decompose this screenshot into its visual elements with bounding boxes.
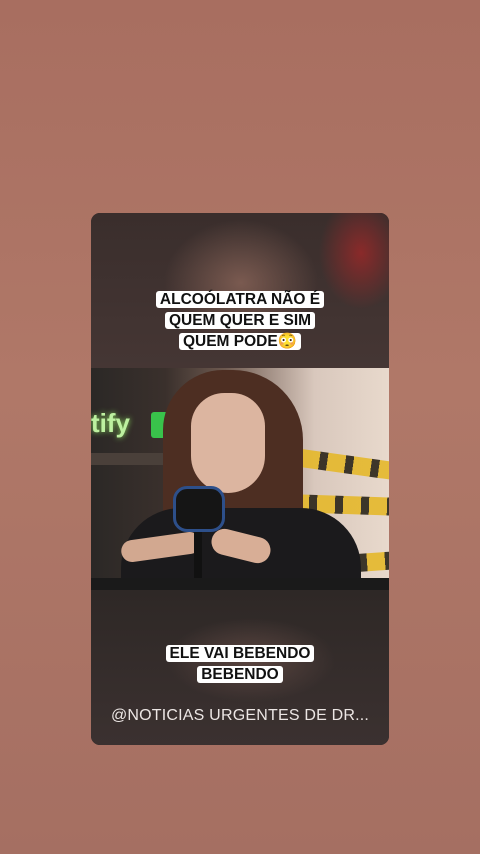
microphone-icon bbox=[173, 486, 225, 532]
caution-tape bbox=[300, 449, 389, 481]
story-video-card[interactable]: tify ALCOÓLATRA NÃO É QUEM QUER E SIM QU… bbox=[91, 213, 389, 745]
caption-bottom: ELE VAI BEBENDO BEBENDO bbox=[91, 643, 389, 685]
caption-bottom-line-1: ELE VAI BEBENDO bbox=[165, 645, 315, 662]
neon-sign: tify bbox=[91, 408, 130, 438]
speaker-face bbox=[191, 393, 265, 493]
caption-top-line-1: ALCOÓLATRA NÃO É bbox=[155, 291, 325, 308]
video-frame[interactable]: tify bbox=[91, 368, 389, 590]
caption-top-line-2: QUEM QUER E SIM bbox=[164, 312, 316, 329]
caption-top-line-3: QUEM PODE😳 bbox=[178, 333, 302, 350]
background-shelf bbox=[91, 453, 171, 465]
caption-top: ALCOÓLATRA NÃO É QUEM QUER E SIM QUEM PO… bbox=[91, 289, 389, 352]
desk bbox=[91, 578, 389, 590]
caption-bottom-line-2: BEBENDO bbox=[197, 666, 283, 683]
source-watermark: @NOTICIAS URGENTES DE DR... bbox=[110, 707, 370, 724]
